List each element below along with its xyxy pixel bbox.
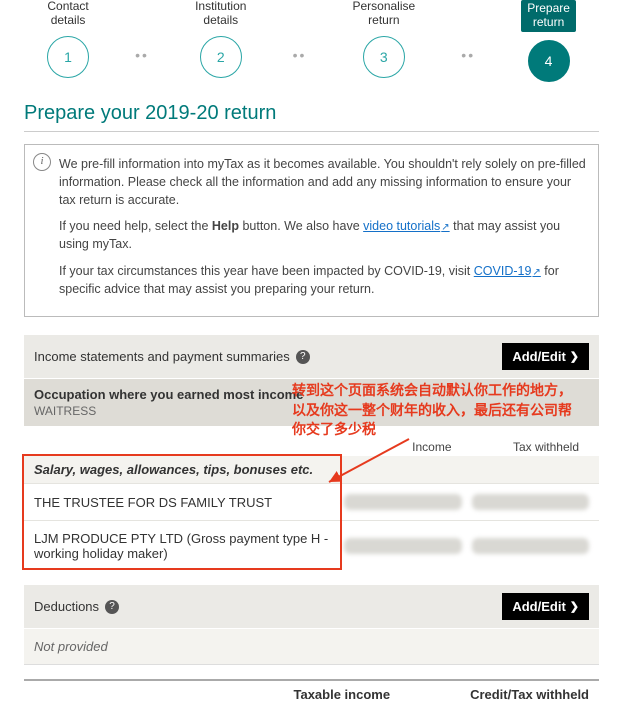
help-icon[interactable]: ?	[296, 350, 310, 364]
step-2-circle: 2	[200, 36, 242, 78]
info-paragraph-1: We pre-fill information into myTax as it…	[59, 155, 586, 209]
tax-value-redacted	[472, 538, 590, 554]
footer-totals-row: Taxable income Credit/Tax withheld	[24, 679, 599, 702]
step-1-circle: 1	[47, 36, 89, 78]
info-box: i We pre-fill information into myTax as …	[24, 144, 599, 318]
chevron-right-icon: ❯	[570, 350, 579, 363]
page-title: Prepare your 2019-20 return	[24, 102, 599, 132]
step-dots: ••	[293, 47, 307, 63]
table-row: LJM PRODUCE PTY LTD (Gross payment type …	[24, 520, 599, 571]
step-4[interactable]: Preparereturn 4	[521, 0, 576, 82]
salary-header: Salary, wages, allowances, tips, bonuses…	[24, 456, 599, 483]
employer-name: THE TRUSTEE FOR DS FAMILY TRUST	[34, 495, 334, 510]
chevron-right-icon: ❯	[570, 600, 579, 613]
add-edit-deductions-button[interactable]: Add/Edit❯	[502, 593, 589, 620]
external-link-icon: ↗	[441, 222, 449, 233]
deductions-section-label: Deductions ?	[34, 599, 119, 614]
income-section-label: Income statements and payment summaries …	[34, 349, 310, 364]
step-4-circle: 4	[528, 40, 570, 82]
info-paragraph-2: If you need help, select the Help button…	[59, 217, 586, 254]
tax-withheld-column-heading: Tax withheld	[462, 440, 590, 454]
taxable-income-label: Taxable income	[24, 687, 410, 702]
progress-stepper: Contactdetails 1 •• Institutiondetails 2…	[24, 0, 599, 82]
step-3[interactable]: Personalisereturn 3	[352, 0, 415, 78]
step-2[interactable]: Institutiondetails 2	[195, 0, 246, 78]
credit-tax-withheld-label: Credit/Tax withheld	[470, 687, 589, 702]
add-edit-income-button[interactable]: Add/Edit❯	[502, 343, 589, 370]
income-value-redacted	[344, 494, 462, 510]
employer-name: LJM PRODUCE PTY LTD (Gross payment type …	[34, 531, 334, 561]
covid-19-link[interactable]: COVID-19↗	[474, 264, 541, 278]
income-value-redacted	[344, 538, 462, 554]
deductions-section-bar: Deductions ? Add/Edit❯	[24, 585, 599, 628]
step-dots: ••	[135, 47, 149, 63]
info-icon: i	[33, 153, 51, 171]
step-dots: ••	[461, 47, 475, 63]
deductions-value: Not provided	[24, 629, 599, 665]
external-link-icon: ↗	[532, 267, 540, 278]
income-section-bar: Income statements and payment summaries …	[24, 335, 599, 378]
step-3-circle: 3	[363, 36, 405, 78]
tax-value-redacted	[472, 494, 590, 510]
annotation-text: 转到这个页面系统会自动默认你工作的地方， 以及你这一整个财年的收入，最后还有公司…	[292, 381, 592, 440]
salary-block: Salary, wages, allowances, tips, bonuses…	[24, 456, 599, 571]
info-paragraph-3: If your tax circumstances this year have…	[59, 262, 586, 299]
help-icon[interactable]: ?	[105, 600, 119, 614]
step-1[interactable]: Contactdetails 1	[47, 0, 89, 78]
video-tutorials-link[interactable]: video tutorials↗	[363, 219, 450, 233]
income-column-heading: Income	[334, 440, 462, 454]
table-row: THE TRUSTEE FOR DS FAMILY TRUST	[24, 483, 599, 520]
